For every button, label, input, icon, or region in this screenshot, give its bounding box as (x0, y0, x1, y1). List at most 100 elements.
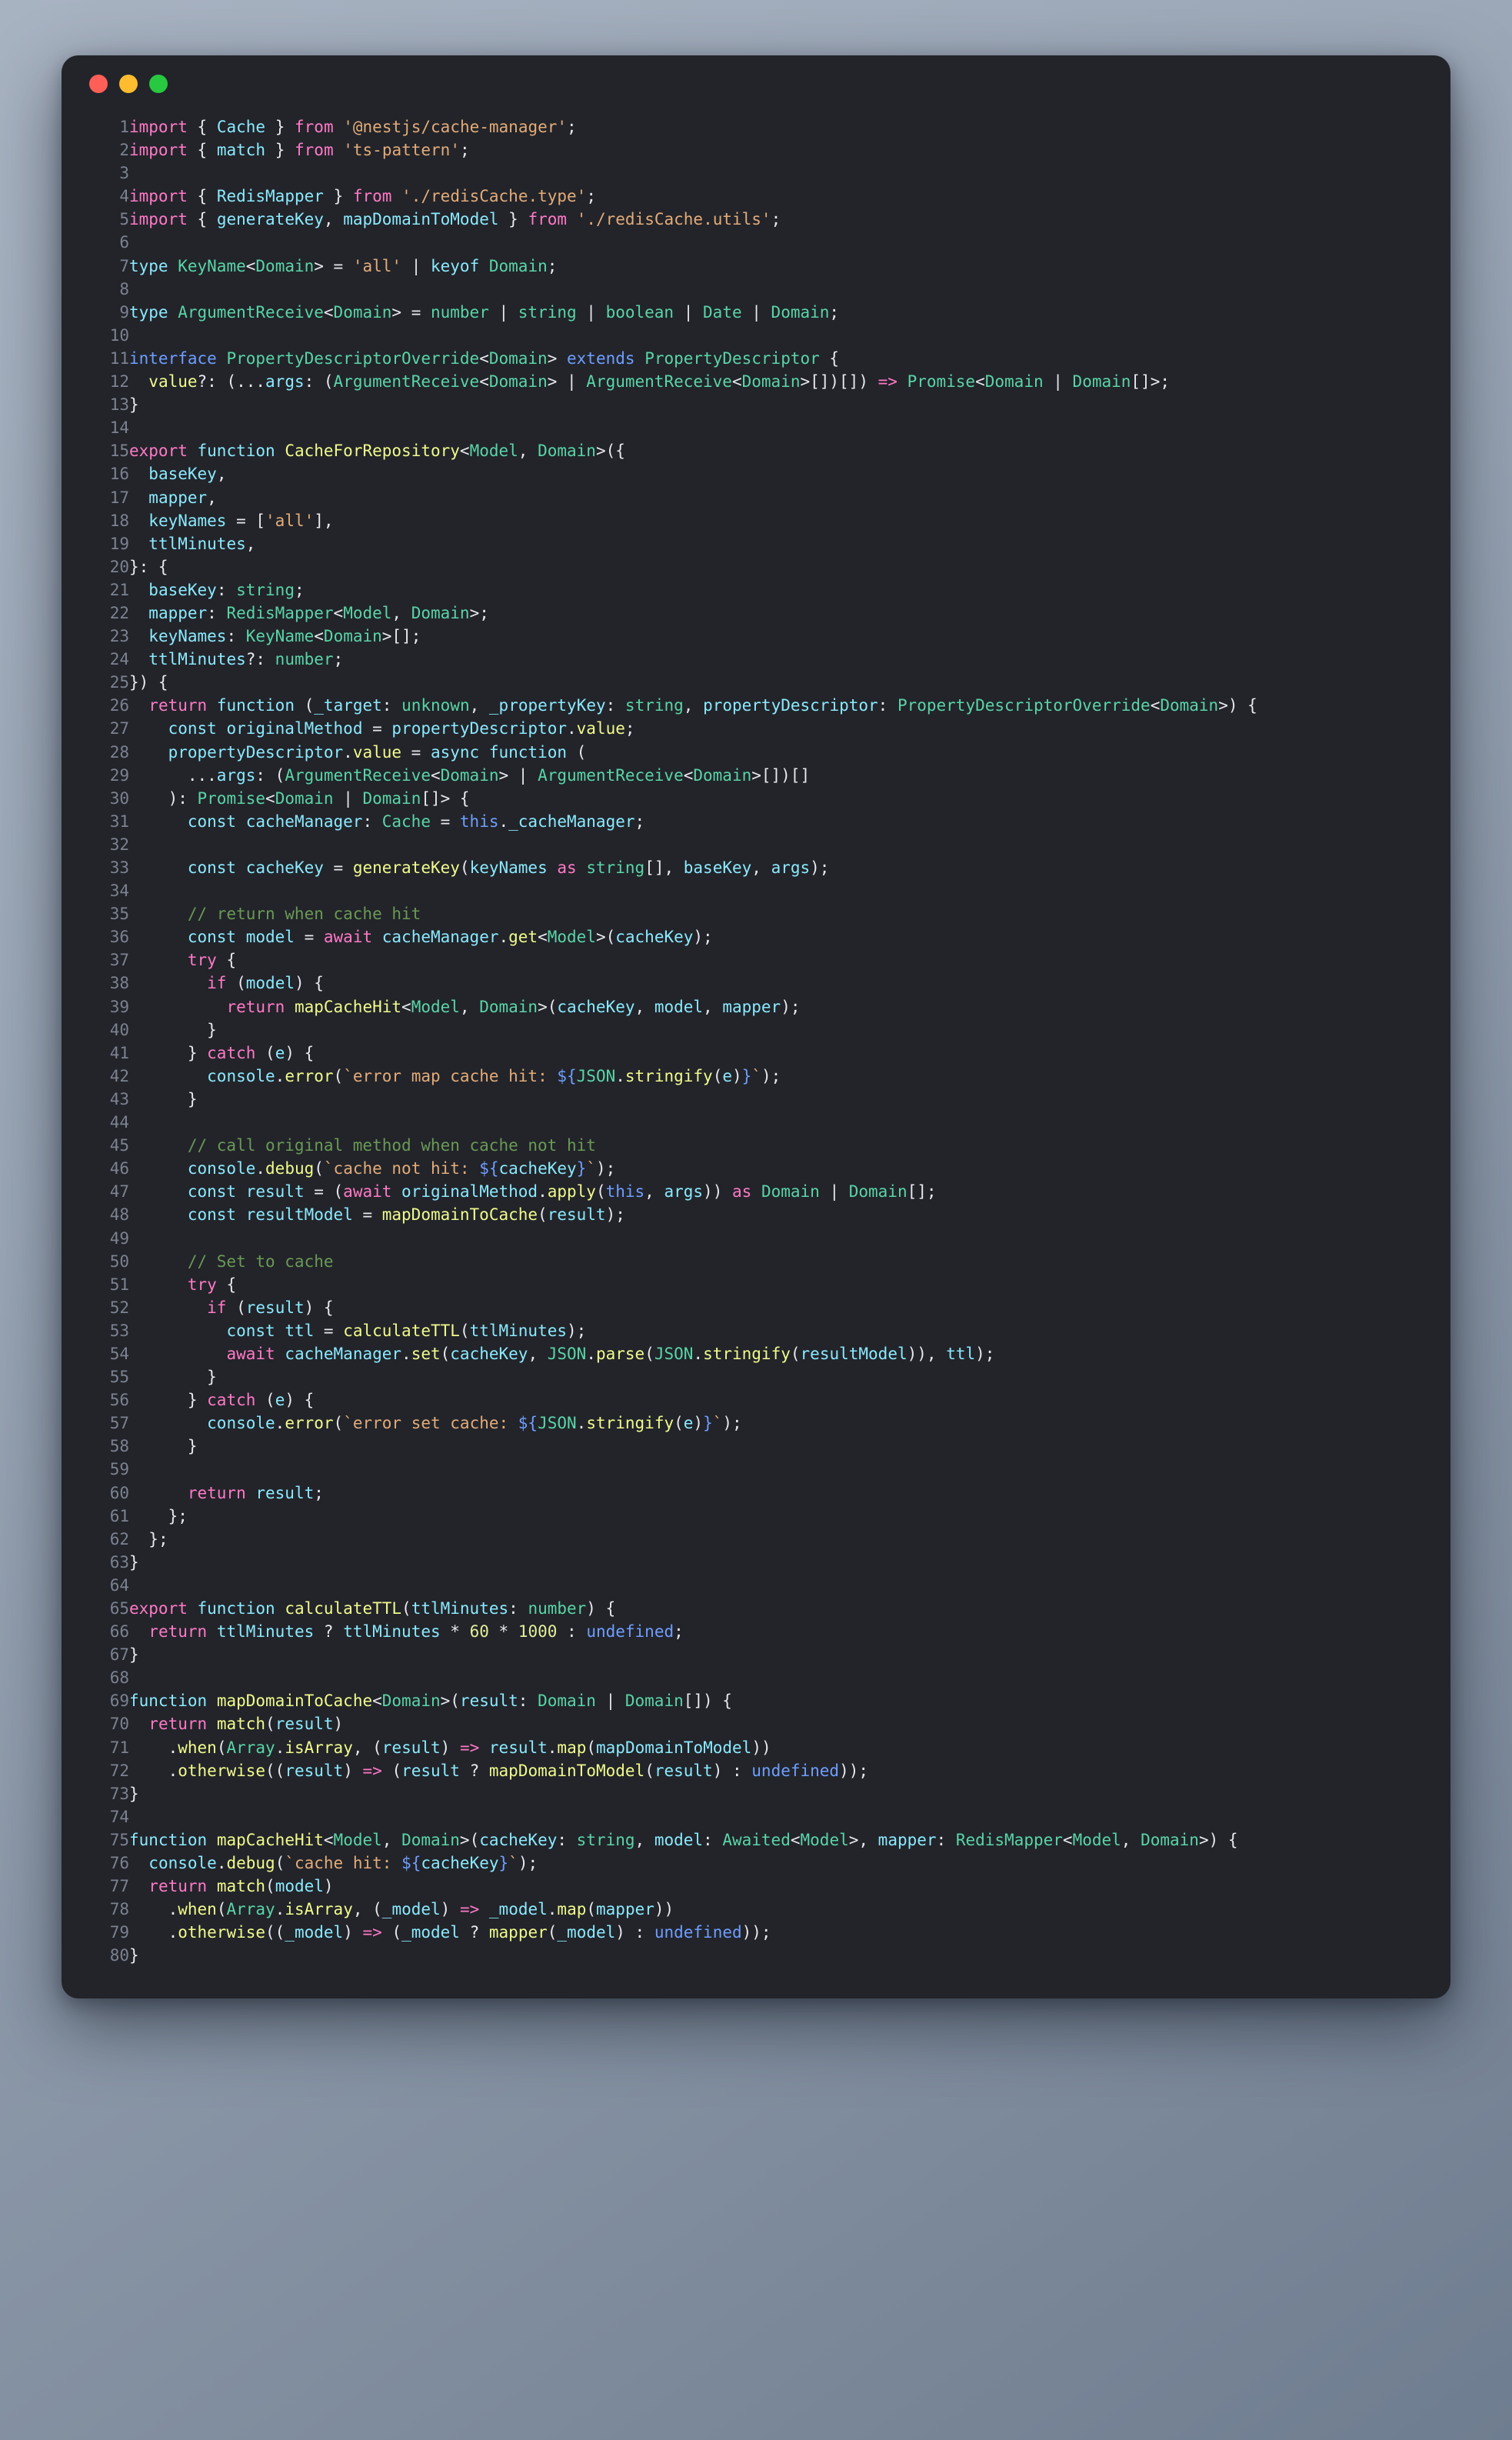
line-source[interactable]: } (129, 1643, 1427, 1666)
line-source[interactable]: if (result) { (129, 1296, 1427, 1319)
code-line: 16 baseKey, (85, 462, 1427, 485)
line-source[interactable]: import { generateKey, mapDomainToModel }… (129, 208, 1427, 231)
code-line: 10 (85, 324, 1427, 347)
line-source[interactable] (129, 1227, 1427, 1250)
line-source[interactable]: } (129, 1435, 1427, 1458)
line-source[interactable]: ttlMinutes, (129, 532, 1427, 555)
line-source[interactable]: }; (129, 1528, 1427, 1551)
line-source[interactable]: .otherwise((_model) => (_model ? mapper(… (129, 1921, 1427, 1944)
line-source[interactable]: .otherwise((result) => (result ? mapDoma… (129, 1759, 1427, 1782)
line-source[interactable]: type KeyName<Domain> = 'all' | keyof Dom… (129, 255, 1427, 278)
line-source[interactable]: const result = (await originalMethod.app… (129, 1180, 1427, 1203)
line-source[interactable]: try { (129, 948, 1427, 972)
line-source[interactable]: return ttlMinutes ? ttlMinutes * 60 * 10… (129, 1620, 1427, 1643)
line-source[interactable]: }) { (129, 671, 1427, 694)
line-number: 58 (85, 1435, 129, 1458)
line-source[interactable]: mapper, (129, 486, 1427, 509)
line-source[interactable]: return result; (129, 1482, 1427, 1505)
line-source[interactable]: return match(model) (129, 1875, 1427, 1898)
line-source[interactable]: const cacheKey = generateKey(keyNames as… (129, 856, 1427, 879)
line-source[interactable]: baseKey: string; (129, 578, 1427, 602)
code-line: 38 if (model) { (85, 972, 1427, 995)
line-source[interactable]: type ArgumentReceive<Domain> = number | … (129, 301, 1427, 324)
line-source[interactable]: console.debug(`cache not hit: ${cacheKey… (129, 1157, 1427, 1180)
line-source[interactable]: interface PropertyDescriptorOverride<Dom… (129, 347, 1427, 370)
line-number: 61 (85, 1505, 129, 1528)
line-number: 36 (85, 925, 129, 948)
line-source[interactable]: // call original method when cache not h… (129, 1134, 1427, 1157)
line-source[interactable]: .when(Array.isArray, (result) => result.… (129, 1736, 1427, 1759)
line-source[interactable] (129, 416, 1427, 439)
line-source[interactable]: }; (129, 1505, 1427, 1528)
line-source[interactable]: } (129, 1088, 1427, 1111)
line-source[interactable]: } (129, 1551, 1427, 1574)
line-source[interactable]: // return when cache hit (129, 902, 1427, 925)
line-source[interactable]: const cacheManager: Cache = this._cacheM… (129, 810, 1427, 833)
line-source[interactable]: import { Cache } from '@nestjs/cache-man… (129, 115, 1427, 138)
line-source[interactable]: baseKey, (129, 462, 1427, 485)
line-source[interactable]: import { RedisMapper } from './redisCach… (129, 185, 1427, 208)
line-source[interactable]: console.debug(`cache hit: ${cacheKey}`); (129, 1852, 1427, 1875)
line-source[interactable]: return match(result) (129, 1712, 1427, 1735)
line-source[interactable]: import { match } from 'ts-pattern'; (129, 138, 1427, 162)
line-source[interactable] (129, 1666, 1427, 1689)
line-source[interactable]: try { (129, 1273, 1427, 1296)
line-source[interactable] (129, 1111, 1427, 1134)
line-number: 60 (85, 1482, 129, 1505)
maximize-button[interactable] (149, 75, 168, 93)
code-editor[interactable]: 1import { Cache } from '@nestjs/cache-ma… (62, 112, 1450, 1968)
line-source[interactable]: } (129, 1018, 1427, 1042)
line-source[interactable]: return mapCacheHit<Model, Domain>(cacheK… (129, 995, 1427, 1018)
line-source[interactable]: // Set to cache (129, 1250, 1427, 1273)
line-source[interactable]: export function CacheForRepository<Model… (129, 439, 1427, 462)
line-number: 73 (85, 1782, 129, 1805)
minimize-button[interactable] (119, 75, 138, 93)
line-source[interactable]: propertyDescriptor.value = async functio… (129, 741, 1427, 764)
line-source[interactable] (129, 278, 1427, 301)
line-source[interactable] (129, 1805, 1427, 1828)
line-number: 41 (85, 1042, 129, 1065)
line-source[interactable]: await cacheManager.set(cacheKey, JSON.pa… (129, 1342, 1427, 1365)
line-number: 66 (85, 1620, 129, 1643)
line-source[interactable]: const model = await cacheManager.get<Mod… (129, 925, 1427, 948)
line-source[interactable] (129, 833, 1427, 856)
line-source[interactable] (129, 1458, 1427, 1481)
line-source[interactable]: const originalMethod = propertyDescripto… (129, 717, 1427, 740)
line-source[interactable]: function mapDomainToCache<Domain>(result… (129, 1689, 1427, 1712)
line-source[interactable]: const resultModel = mapDomainToCache(res… (129, 1203, 1427, 1226)
line-source[interactable] (129, 879, 1427, 902)
line-number: 37 (85, 948, 129, 972)
line-source[interactable]: } (129, 1944, 1427, 1967)
line-source[interactable]: .when(Array.isArray, (_model) => _model.… (129, 1898, 1427, 1921)
code-line: 35 // return when cache hit (85, 902, 1427, 925)
close-button[interactable] (89, 75, 108, 93)
line-source[interactable]: ): Promise<Domain | Domain[]> { (129, 787, 1427, 810)
line-source[interactable]: value?: (...args: (ArgumentReceive<Domai… (129, 370, 1427, 393)
line-source[interactable] (129, 231, 1427, 254)
line-source[interactable]: return function (_target: unknown, _prop… (129, 694, 1427, 717)
line-source[interactable]: keyNames: KeyName<Domain>[]; (129, 625, 1427, 648)
line-source[interactable]: ttlMinutes?: number; (129, 648, 1427, 671)
line-source[interactable] (129, 324, 1427, 347)
line-source[interactable]: } (129, 393, 1427, 416)
line-source[interactable]: keyNames = ['all'], (129, 509, 1427, 532)
line-source[interactable]: console.error(`error set cache: ${JSON.s… (129, 1412, 1427, 1435)
line-source[interactable] (129, 162, 1427, 185)
line-source[interactable]: } catch (e) { (129, 1388, 1427, 1412)
line-source[interactable]: export function calculateTTL(ttlMinutes:… (129, 1597, 1427, 1620)
line-source[interactable]: } (129, 1365, 1427, 1388)
line-source[interactable]: } catch (e) { (129, 1042, 1427, 1065)
line-source[interactable]: }: { (129, 555, 1427, 578)
line-source[interactable]: const ttl = calculateTTL(ttlMinutes); (129, 1319, 1427, 1342)
code-line: 47 const result = (await originalMethod.… (85, 1180, 1427, 1203)
line-source[interactable]: if (model) { (129, 972, 1427, 995)
line-source[interactable] (129, 1574, 1427, 1597)
line-source[interactable]: console.error(`error map cache hit: ${JS… (129, 1065, 1427, 1088)
code-line: 4import { RedisMapper } from './redisCac… (85, 185, 1427, 208)
line-source[interactable]: function mapCacheHit<Model, Domain>(cach… (129, 1828, 1427, 1852)
line-number: 49 (85, 1227, 129, 1250)
line-source[interactable]: ...args: (ArgumentReceive<Domain> | Argu… (129, 764, 1427, 787)
code-line: 69function mapDomainToCache<Domain>(resu… (85, 1689, 1427, 1712)
line-source[interactable]: mapper: RedisMapper<Model, Domain>; (129, 602, 1427, 625)
line-source[interactable]: } (129, 1782, 1427, 1805)
